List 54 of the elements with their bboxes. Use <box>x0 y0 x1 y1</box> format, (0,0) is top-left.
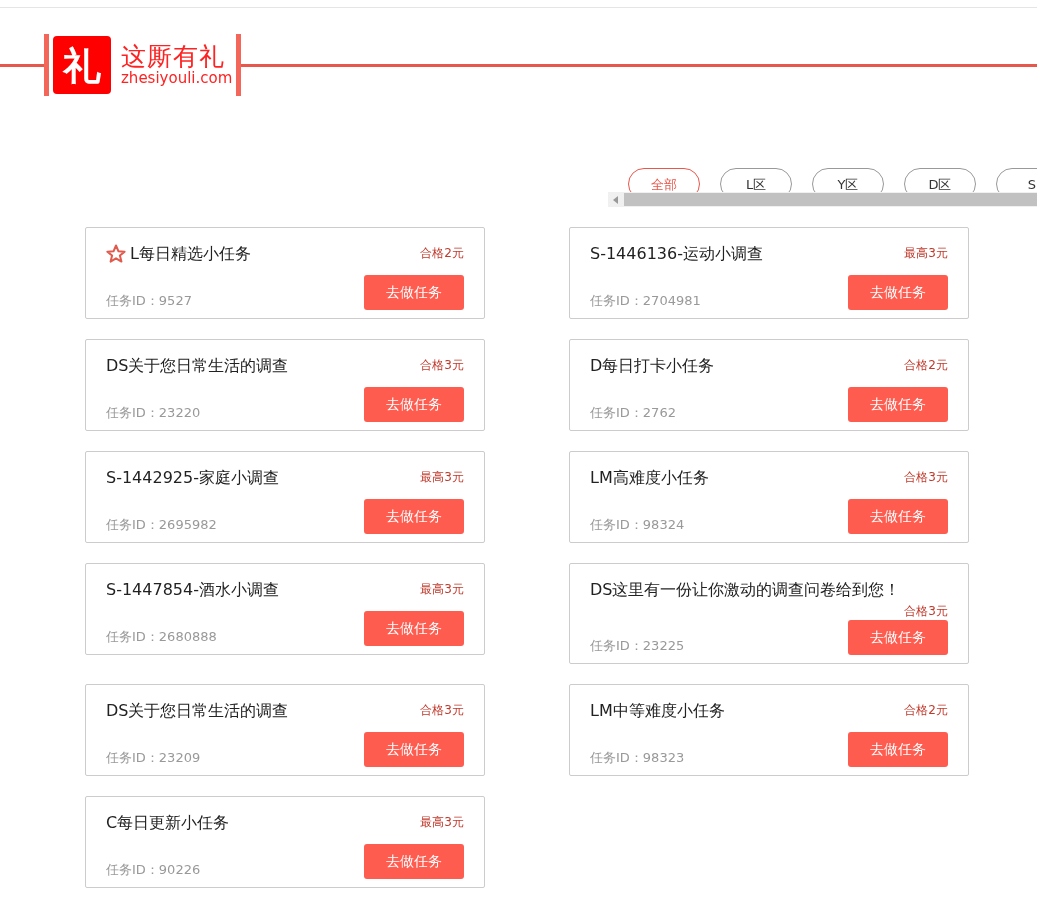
task-title: D每日打卡小任务 <box>590 355 715 377</box>
reward-label: 最高3元 <box>420 469 464 486</box>
task-id: 任务ID：2762 <box>590 403 676 422</box>
reward-label: 合格3元 <box>904 603 948 620</box>
do-task-button[interactable]: 去做任务 <box>364 387 464 422</box>
reward-label: 合格3元 <box>420 702 464 719</box>
task-id: 任务ID：98324 <box>590 515 685 534</box>
task-title: S-1446136-运动小调查 <box>590 243 763 265</box>
scrollbar[interactable] <box>608 192 1037 207</box>
do-task-button[interactable]: 去做任务 <box>364 499 464 534</box>
do-task-button[interactable]: 去做任务 <box>848 387 948 422</box>
logo-domain: zhesiyouli.com <box>121 69 233 87</box>
task-id: 任务ID：23220 <box>106 403 201 422</box>
task-id: 任务ID：90226 <box>106 860 201 879</box>
task-title: LM高难度小任务 <box>590 467 709 489</box>
do-task-button[interactable]: 去做任务 <box>364 611 464 646</box>
task-title: S-1447854-酒水小调查 <box>106 579 279 601</box>
reward-label: 最高3元 <box>904 245 948 262</box>
task-id: 任务ID：2680888 <box>106 627 217 646</box>
do-task-button[interactable]: 去做任务 <box>364 275 464 310</box>
reward-label: 最高3元 <box>420 814 464 831</box>
reward-label: 合格3元 <box>420 357 464 374</box>
task-id: 任务ID：9527 <box>106 291 192 310</box>
task-id: 任务ID：23225 <box>590 636 685 655</box>
filter-tab[interactable]: L区 <box>720 168 792 192</box>
logo-mark: 礼 <box>53 36 111 94</box>
task-id: 任务ID：2704981 <box>590 291 701 310</box>
task-id: 任务ID：23209 <box>106 748 201 767</box>
filter-tab[interactable]: 全部 <box>628 168 700 192</box>
do-task-button[interactable]: 去做任务 <box>848 275 948 310</box>
task-id: 任务ID：98323 <box>590 748 685 767</box>
task-title: C每日更新小任务 <box>106 812 230 834</box>
do-task-button[interactable]: 去做任务 <box>848 732 948 767</box>
task-id: 任务ID：2695982 <box>106 515 217 534</box>
task-title: S-1442925-家庭小调查 <box>106 467 279 489</box>
task-title: L每日精选小任务 <box>130 243 251 265</box>
reward-label: 最高3元 <box>420 581 464 598</box>
do-task-button[interactable]: 去做任务 <box>848 620 948 655</box>
logo-name: 这厮有礼 <box>121 43 226 70</box>
do-task-button[interactable]: 去做任务 <box>364 844 464 879</box>
reward-label: 合格2元 <box>904 702 948 719</box>
task-title: DS这里有一份让你激动的调查问卷给到您！ <box>590 579 901 601</box>
filter-tab[interactable]: S <box>996 168 1037 192</box>
do-task-button[interactable]: 去做任务 <box>364 732 464 767</box>
reward-label: 合格2元 <box>420 245 464 262</box>
filter-tab[interactable]: D区 <box>904 168 976 192</box>
task-title: DS关于您日常生活的调查 <box>106 355 289 377</box>
reward-label: 合格2元 <box>904 357 948 374</box>
task-title: LM中等难度小任务 <box>590 700 725 722</box>
scroll-left-icon[interactable] <box>613 195 619 204</box>
filter-tab[interactable]: Y区 <box>812 168 884 192</box>
task-title: DS关于您日常生活的调查 <box>106 700 289 722</box>
reward-label: 合格3元 <box>904 469 948 486</box>
do-task-button[interactable]: 去做任务 <box>848 499 948 534</box>
